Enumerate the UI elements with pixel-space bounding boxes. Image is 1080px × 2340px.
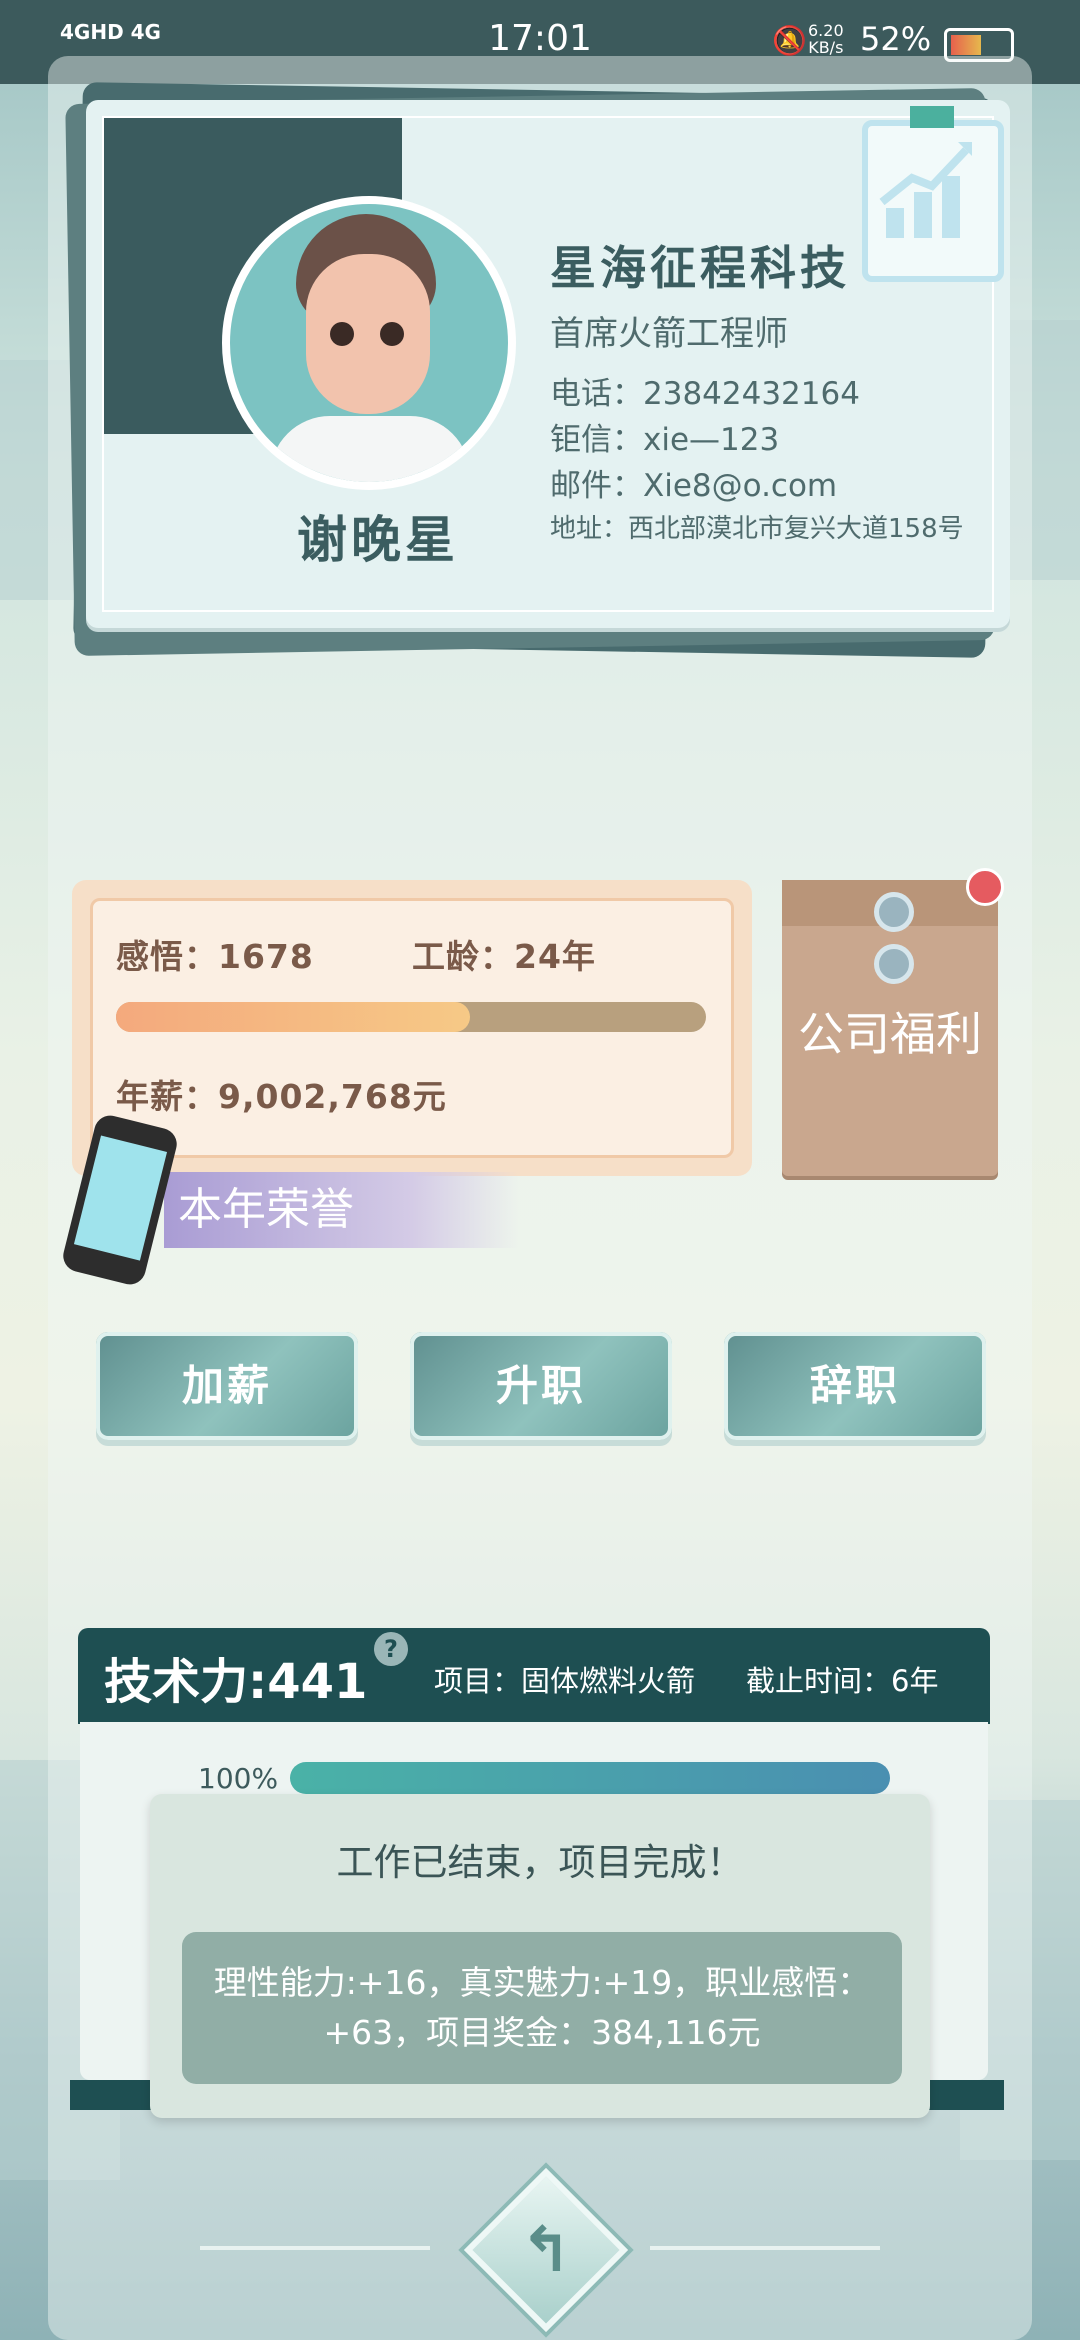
help-icon[interactable]: ? [374, 1632, 408, 1666]
seniority-value: 工龄：24年 [412, 937, 596, 976]
job-title: 首席火箭工程师 [550, 314, 788, 354]
decor-line-right [650, 2246, 880, 2250]
project-progress-bar [290, 1762, 890, 1794]
project-name: 项目：固体燃料火箭 [434, 1664, 696, 1698]
back-arrow-icon: ↰ [520, 2213, 572, 2286]
email-field: 邮件：Xie8@o.com [550, 468, 838, 504]
career-progress-fill [116, 1002, 470, 1032]
address-field: 地址：西北部漠北市复兴大道158号 [550, 514, 964, 544]
annual-honor-button[interactable]: 本年荣誉 [164, 1172, 518, 1248]
promote-button[interactable]: 升职 [410, 1332, 672, 1440]
raise-salary-button[interactable]: 加薪 [96, 1332, 358, 1440]
mute-bell-icon: 🔕 [772, 24, 807, 57]
avatar [222, 196, 516, 490]
tech-power: 技术力:441 [104, 1654, 368, 1710]
deadline: 截止时间：6年 [746, 1664, 939, 1698]
result-message: 工作已结束，项目完成！ [336, 1841, 744, 1884]
company-benefits-envelope[interactable]: 公司福利 [782, 880, 998, 1176]
rewards-line-2: +63，项目奖金：384,116元 [323, 2013, 761, 2052]
phone-field: 电话：23842432164 [550, 376, 860, 412]
company-benefits-label: 公司福利 [798, 1007, 982, 1061]
rewards-box: 理性能力:+16，真实魅力:+19，职业感悟： +63，项目奖金：384,116… [182, 1932, 902, 2084]
result-dialog[interactable]: 工作已结束，项目完成！ 理性能力:+16，真实魅力:+19，职业感悟： +63，… [150, 1794, 930, 2118]
resign-button[interactable]: 辞职 [724, 1332, 986, 1440]
wechat-field: 钜信：xie—123 [550, 422, 780, 458]
insight-value: 感悟：1678 [116, 937, 314, 976]
rewards-line-1: 理性能力:+16，真实魅力:+19，职业感悟： [213, 1963, 871, 2002]
employee-name: 谢晚星 [297, 511, 459, 569]
decor-line-left [200, 2246, 430, 2250]
battery-percent: 52% [860, 20, 932, 58]
notification-dot [966, 868, 1004, 906]
project-percent: 100% [198, 1762, 279, 1795]
growth-chart-icon[interactable] [862, 106, 1004, 282]
salary-value: 年薪：9,002,768元 [116, 1077, 447, 1116]
company-name: 星海征程科技 [550, 241, 850, 295]
career-progress-bar [116, 1002, 706, 1032]
tech-header: 技术力:441 ? 项目：固体燃料火箭 截止时间：6年 [78, 1628, 990, 1724]
network-speed: 6.20 KB/s [808, 21, 844, 57]
